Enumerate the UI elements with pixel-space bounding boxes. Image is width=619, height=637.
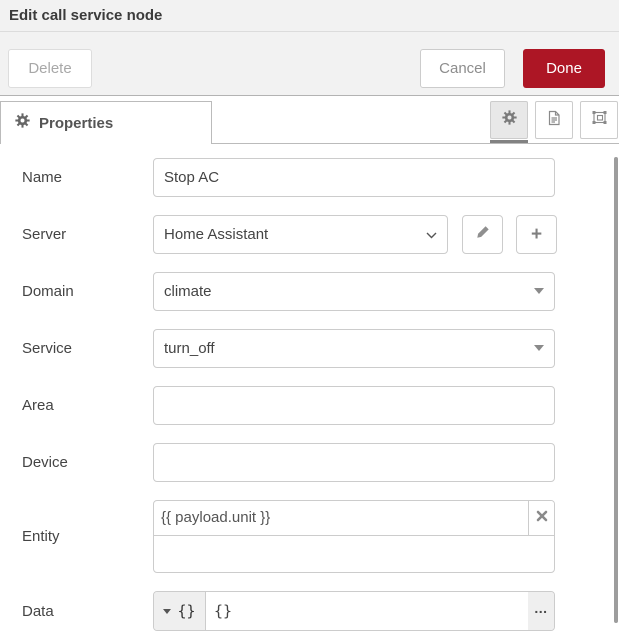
tab-button-properties[interactable] [490, 101, 528, 139]
form-row-device: Device [22, 443, 619, 482]
device-input[interactable] [153, 443, 555, 482]
service-combobox [153, 329, 555, 368]
form-row-domain: Domain [22, 272, 619, 311]
gear-icon [15, 113, 30, 133]
area-label: Area [22, 386, 153, 425]
tab-properties-label: Properties [39, 115, 113, 132]
document-icon [546, 110, 562, 131]
service-label: Service [22, 329, 153, 368]
server-selected-value: Home Assistant [164, 226, 426, 243]
plus-icon: + [531, 224, 542, 246]
close-icon [536, 509, 548, 527]
server-label: Server [22, 215, 153, 254]
device-label: Device [22, 443, 153, 482]
entity-list-item[interactable]: {{ payload.unit }} [154, 501, 554, 536]
area-input[interactable] [153, 386, 555, 425]
done-button[interactable]: Done [523, 49, 605, 88]
name-label: Name [22, 158, 153, 197]
dialog-toolbar: Delete Cancel Done [0, 32, 619, 96]
tab-button-appearance[interactable] [580, 101, 618, 139]
domain-label: Domain [22, 272, 153, 311]
dialog-title: Edit call service node [0, 0, 619, 32]
toolbar-spacer [92, 49, 420, 95]
data-value-input[interactable] [206, 592, 528, 630]
appearance-icon [591, 109, 608, 131]
pencil-icon [476, 225, 490, 244]
data-type-select-button[interactable]: {} [154, 592, 206, 630]
form-row-data: Data {} ... [22, 591, 619, 631]
chevron-down-icon [426, 226, 437, 243]
cancel-button[interactable]: Cancel [420, 49, 505, 88]
form-row-name: Name [22, 158, 619, 197]
entity-label: Entity [22, 528, 153, 545]
tab-button-description[interactable] [535, 101, 573, 139]
add-server-button[interactable]: + [516, 215, 557, 254]
delete-button[interactable]: Delete [8, 49, 92, 88]
caret-down-icon [163, 609, 171, 614]
gear-icon [502, 110, 517, 130]
expand-editor-button[interactable]: ... [528, 592, 554, 630]
entity-editable-list: {{ payload.unit }} [153, 500, 555, 573]
ellipsis-icon: ... [534, 600, 547, 616]
entity-item-value[interactable]: {{ payload.unit }} [154, 501, 528, 535]
form-row-server: Server Home Assistant + [22, 215, 619, 254]
editor-tab-bar: Properties [0, 96, 619, 144]
tab-properties[interactable]: Properties [0, 101, 212, 144]
domain-input[interactable] [153, 272, 555, 311]
remove-entity-button[interactable] [528, 501, 554, 535]
service-input[interactable] [153, 329, 555, 368]
properties-form: Name Server Home Assistant [0, 144, 619, 631]
data-label: Data [22, 603, 153, 620]
json-type-icon: {} [177, 602, 195, 620]
edit-server-button[interactable] [462, 215, 503, 254]
name-input[interactable] [153, 158, 555, 197]
form-row-area: Area [22, 386, 619, 425]
domain-combobox [153, 272, 555, 311]
form-row-entity: Entity {{ payload.unit }} [22, 500, 619, 573]
edit-node-dialog: Edit call service node Delete Cancel Don… [0, 0, 619, 637]
server-select[interactable]: Home Assistant [153, 215, 448, 254]
vertical-scrollbar-thumb[interactable] [614, 157, 618, 623]
active-tab-underline [490, 140, 528, 143]
form-row-service: Service [22, 329, 619, 368]
data-typed-input: {} ... [153, 591, 555, 631]
entity-list-empty-row [154, 536, 554, 572]
